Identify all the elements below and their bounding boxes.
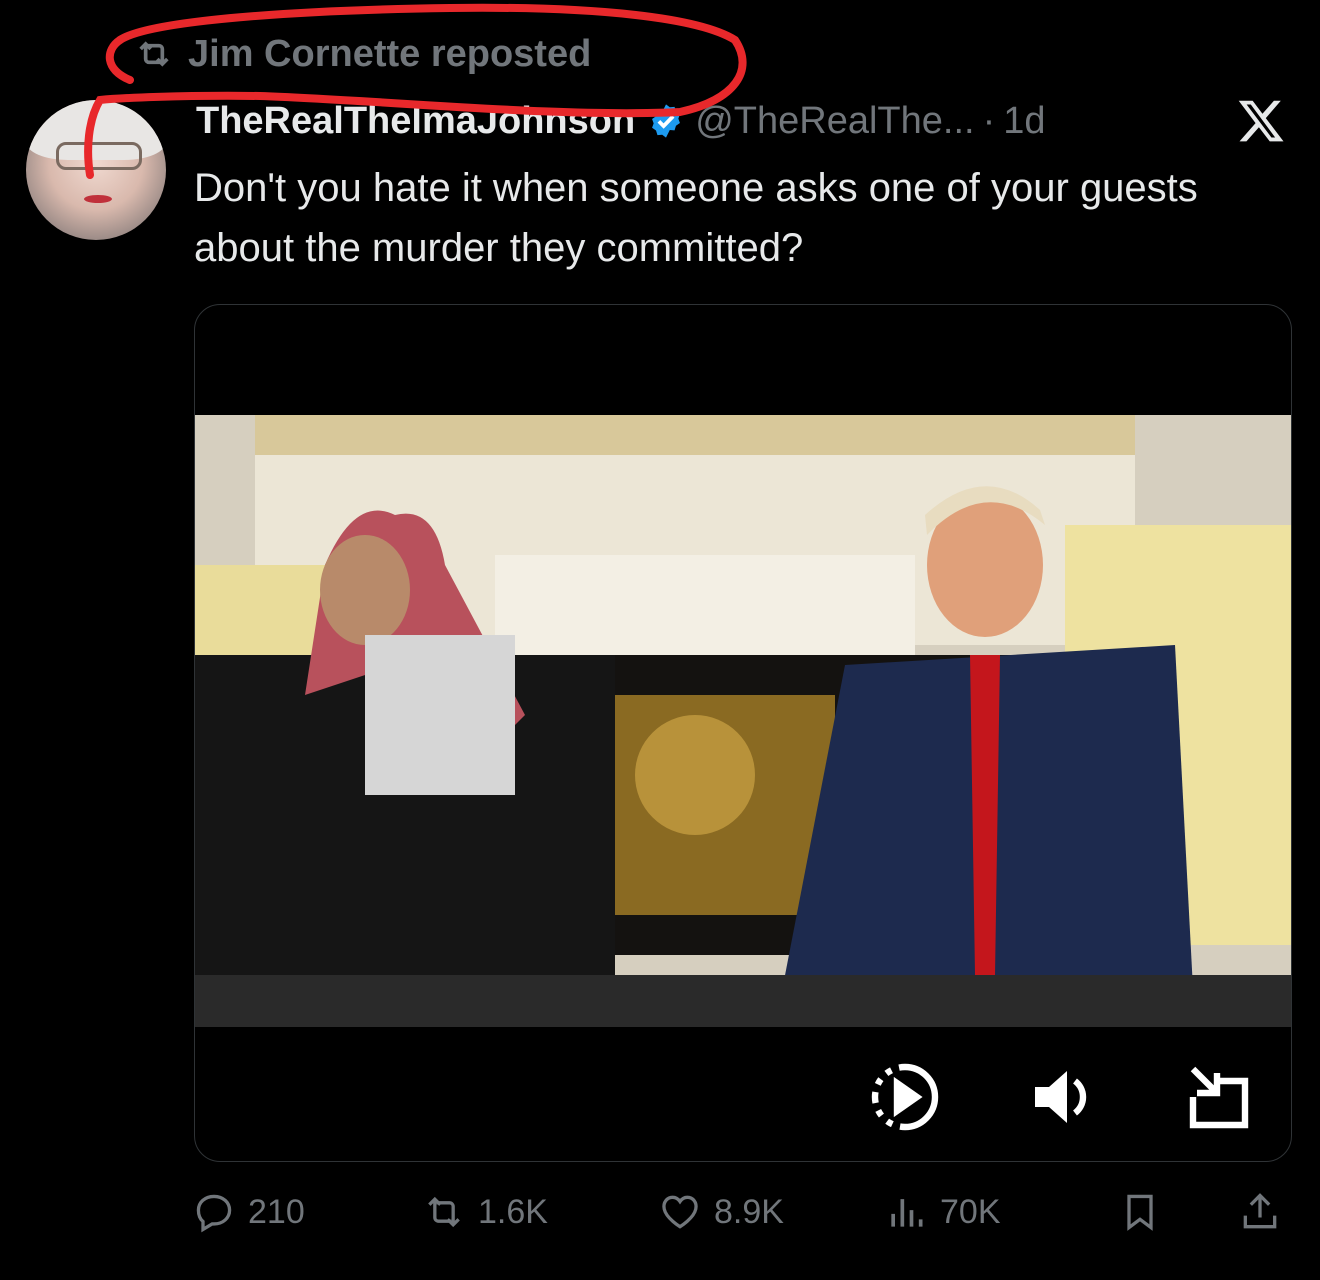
volume-icon[interactable] <box>1023 1057 1103 1137</box>
repost-icon <box>139 41 169 67</box>
repost-indicator[interactable]: Jim Cornette reposted <box>134 30 591 78</box>
views-chart-icon <box>891 1199 923 1227</box>
action-bar: 210 1.6K 8.9K 70K <box>192 1184 1292 1240</box>
repost-action-icon <box>428 1196 460 1228</box>
views-count: 70K <box>940 1192 1001 1231</box>
bookmark-button[interactable] <box>1118 1184 1162 1240</box>
repost-label: Jim Cornette reposted <box>188 32 592 75</box>
expand-icon[interactable] <box>1177 1057 1257 1137</box>
display-name[interactable]: TheRealThelmaJohnson <box>196 100 635 143</box>
avatar-glasses <box>56 142 142 170</box>
bookmark-icon <box>1127 1194 1153 1231</box>
avatar-lips <box>84 195 112 203</box>
video-still-image <box>195 415 1291 1027</box>
verified-badge-icon <box>652 104 681 138</box>
tweet-header: TheRealThelmaJohnson @TheRealThe... · 1d <box>196 92 1306 150</box>
reply-count: 210 <box>248 1192 305 1231</box>
heart-icon <box>662 1195 698 1229</box>
repost-count: 1.6K <box>478 1192 548 1231</box>
repost-button[interactable]: 1.6K <box>422 1184 548 1240</box>
video-frame[interactable] <box>195 415 1291 1027</box>
like-button[interactable]: 8.9K <box>658 1184 784 1240</box>
tweet-text: Don't you hate it when someone asks one … <box>194 166 1198 270</box>
timestamp[interactable]: 1d <box>1003 100 1045 143</box>
share-button[interactable] <box>1238 1184 1282 1240</box>
reply-icon <box>196 1194 232 1233</box>
separator-dot: · <box>982 99 996 142</box>
like-count: 8.9K <box>714 1192 784 1231</box>
x-logo-icon[interactable] <box>1236 96 1286 146</box>
views-button[interactable]: 70K <box>884 1184 1001 1240</box>
reply-button[interactable]: 210 <box>192 1184 305 1240</box>
play-icon[interactable] <box>865 1057 945 1137</box>
handle[interactable]: @TheRealThe... <box>695 100 974 143</box>
avatar[interactable] <box>26 100 166 240</box>
share-icon <box>1243 1193 1277 1229</box>
media-card[interactable] <box>194 304 1292 1162</box>
